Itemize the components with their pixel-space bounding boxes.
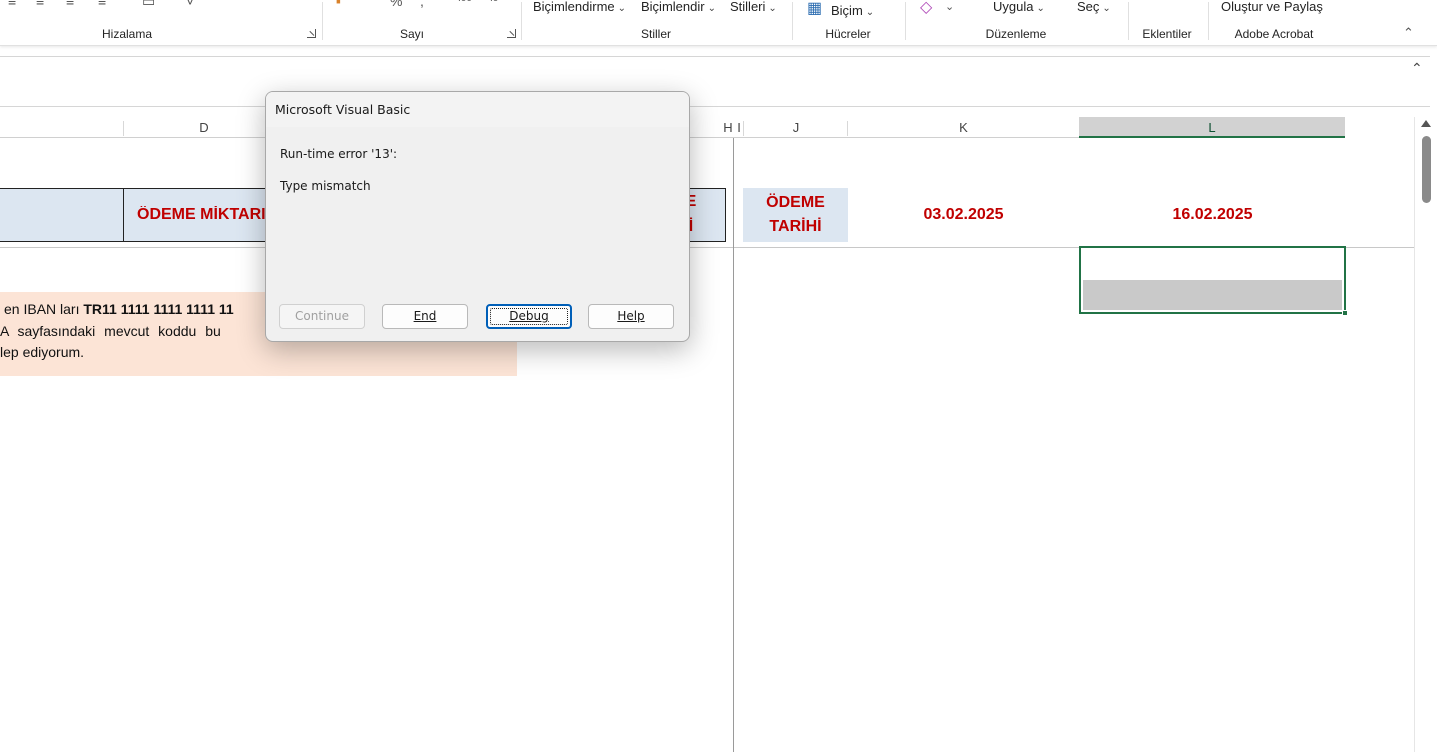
date-cell-l[interactable]: 16.02.2025 [1079,206,1346,224]
format-button[interactable]: Biçim ⌄ [831,3,874,18]
align-center-icon[interactable]: ≡ [36,0,44,8]
group-separator [905,2,906,40]
format-cells-icon: ▦ [807,0,823,17]
column-header-l[interactable]: L [1079,117,1345,138]
increase-decimal-icon[interactable]: .00 [458,0,472,4]
group-label-stiller: Stiller [640,27,672,41]
help-button[interactable]: Help [588,304,674,329]
group-label-hizalama: Hizalama [101,27,153,41]
table-border [725,188,726,242]
decrease-decimal-icon[interactable]: .0 [490,0,498,4]
group-label-adobe: Adobe Acrobat [1234,27,1314,41]
group-label-eklentiler: Eklentiler [1142,27,1192,41]
collapse-formula-bar-icon[interactable]: ⌃ [1411,60,1423,77]
chevron-down-icon: ⌄ [1036,3,1045,14]
group-label-sayi: Sayı [399,27,425,41]
group-separator [792,2,793,40]
continue-button[interactable]: Continue [279,304,365,329]
scrollbar-thumb[interactable] [1422,136,1431,203]
note-line-1-text: en IBAN ları [4,301,84,317]
ribbon: ≡ ≡ ≡ ≡ ▭ ˅ Hizalama ▪ % , .00 .0 Sayı B… [0,0,1437,46]
currency-format-icon[interactable]: ▪ [336,0,341,8]
column-header-j[interactable]: J [744,117,848,138]
format-label: Biçim [831,3,863,18]
column-header-d[interactable]: D [124,117,284,138]
table-border [123,188,124,242]
format-as-table-button[interactable]: Biçimlendir ⌄ [641,0,716,14]
debug-label: Debug [509,309,549,323]
apply-label: Uygula [993,0,1034,14]
formula-bar[interactable]: ⌃ [0,56,1430,107]
group-label-duzenleme: Düzenleme [985,27,1047,41]
selected-cell-l[interactable] [1079,246,1348,316]
format-as-table-label: Biçimlendir [641,0,705,14]
note-line-3: lep ediyorum. [0,344,85,360]
header-cell-c[interactable] [0,188,124,241]
merge-cells-icon[interactable]: ▭ [142,0,155,8]
column-header-k[interactable]: K [848,117,1079,138]
vba-error-dialog: Microsoft Visual Basic Run-time error '1… [265,91,690,342]
cell-styles-button[interactable]: Stilleri ⌄ [730,0,777,14]
vertical-scrollbar[interactable] [1414,117,1437,752]
sayi-launcher-icon[interactable] [507,29,516,38]
eraser-icon[interactable]: ◇ [920,0,932,16]
conditional-formatting-label: Biçimlendirme [533,0,615,14]
freeze-pane-line [733,138,734,752]
dialog-title: Microsoft Visual Basic [275,102,411,117]
debug-button[interactable]: Debug [486,304,572,329]
odeme-miktari-header: ÖDEME MİKTARI [137,206,266,223]
group-label-hucreler: Hücreler [825,27,871,41]
chevron-down-icon[interactable]: ⌄ [945,2,954,13]
column-header-c[interactable] [0,117,124,138]
scroll-up-arrow-icon[interactable] [1421,120,1431,127]
note-line-1: en IBAN ları TR11 1111 1111 1111 11 [4,301,234,317]
note-line-1-iban: TR11 1111 1111 1111 11 [83,301,234,317]
indent-increase-icon[interactable]: ≡ [98,0,106,8]
chevron-down-icon: ⌄ [865,7,875,18]
create-and-share-button[interactable]: Oluştur ve Paylaş [1221,0,1323,14]
indent-decrease-icon[interactable]: ≡ [66,0,74,8]
comma-style-icon[interactable]: , [420,0,424,8]
end-button[interactable]: End [382,304,468,329]
group-separator [322,2,323,40]
group-separator [521,2,522,40]
odeme-tarihi-line2: TARİHİ [769,218,822,235]
cell-styles-label: Stilleri [730,0,766,14]
merge-dropdown-icon[interactable]: ˅ [186,0,194,8]
percent-style-icon[interactable]: % [390,0,402,8]
help-label: Help [617,309,645,323]
date-cell-k[interactable]: 03.02.2025 [848,206,1079,224]
select-label: Seç [1077,0,1100,14]
collapse-ribbon-icon[interactable]: ⌃ [1403,26,1414,39]
chevron-down-icon: ⌄ [707,3,716,14]
column-header-h[interactable]: H [722,117,734,138]
selected-cell-fill [1083,280,1342,310]
error-message-text: Type mismatch [280,179,371,193]
conditional-formatting-button[interactable]: Biçimlendirme ⌄ [533,0,626,14]
group-separator [1128,2,1129,40]
chevron-down-icon: ⌄ [768,3,777,14]
chevron-down-icon: ⌄ [1102,3,1111,14]
chevron-down-icon: ⌄ [617,3,627,14]
continue-label: Continue [295,309,349,323]
odeme-tarihi-line1: ÖDEME [766,194,825,211]
hizalama-launcher-icon[interactable] [307,29,316,38]
excel-window: ≡ ≡ ≡ ≡ ▭ ˅ Hizalama ▪ % , .00 .0 Sayı B… [0,0,1437,752]
end-label: End [413,309,437,323]
dialog-titlebar[interactable]: Microsoft Visual Basic [266,92,689,127]
select-button[interactable]: Seç ⌄ [1077,0,1111,14]
group-separator [1208,2,1209,40]
error-code-text: Run-time error '13': [280,147,398,161]
align-left-icon[interactable]: ≡ [8,0,16,8]
fill-handle[interactable] [1342,310,1348,316]
apply-button[interactable]: Uygula ⌄ [993,0,1045,14]
